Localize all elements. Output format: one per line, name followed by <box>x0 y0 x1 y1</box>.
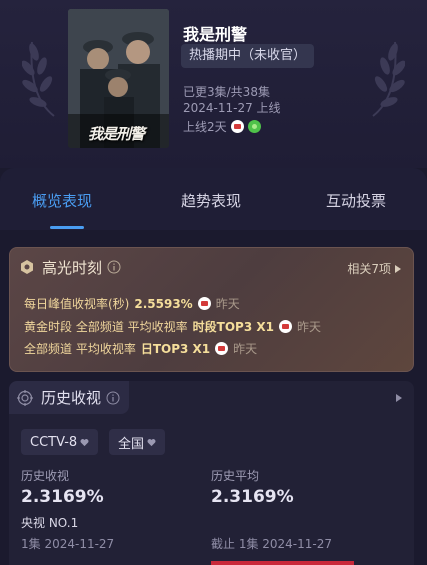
cctv-logo-icon <box>215 342 229 355</box>
history-rating-label: 历史收视 <box>21 469 70 483</box>
history-icon <box>17 389 33 406</box>
laurel-right-icon <box>372 41 405 117</box>
days-online: 上线2天 <box>183 120 227 134</box>
highlight-row-label: 黄金时段 全部频道 平均收视率 <box>24 320 188 334</box>
highlight-row-when: 昨天 <box>215 297 240 311</box>
launch-date: 2024-11-27 上线 <box>183 101 281 115</box>
show-poster[interactable]: 我是刑警 <box>68 9 169 148</box>
tab-vote[interactable]: 互动投票 <box>326 190 386 211</box>
episode-count: 已更3集/共38集 <box>183 85 270 99</box>
history-average-value: 2.3169% <box>211 487 294 507</box>
highlight-title: 高光时刻 <box>42 258 103 277</box>
highlight-more-label: 相关7项 <box>347 262 391 276</box>
highlight-row: 每日峰值收视率(秒) 2.5593% 昨天 <box>24 295 240 312</box>
highlight-card[interactable]: 高光时刻 相关7项 每日峰值收视率(秒) 2.5593% 昨天 黄金时段 全部频… <box>9 247 414 372</box>
heart-icon <box>147 438 156 446</box>
highlight-row: 全部频道 平均收视率 日TOP3 X1 昨天 <box>24 340 257 357</box>
cctv-logo-icon <box>278 320 292 333</box>
highlight-more-link[interactable]: 相关7项 <box>347 260 401 277</box>
tab-trend[interactable]: 趋势表现 <box>181 190 241 211</box>
hexagon-icon <box>21 260 33 274</box>
highlight-row-label: 每日峰值收视率(秒) <box>24 297 130 311</box>
info-icon[interactable] <box>106 391 120 405</box>
show-header: 我是刑警 我是刑警 热播期中（未收官） 已更3集/共38集 2024-11-27… <box>0 0 427 168</box>
days-online-row: 上线2天 <box>183 118 261 135</box>
platform-logo-icon <box>247 120 261 133</box>
cctv-logo-icon <box>230 120 244 133</box>
highlight-row-value: 2.5593% <box>134 296 193 311</box>
highlight-row-when: 昨天 <box>233 342 258 356</box>
history-rating-date: 1集 2024-11-27 <box>21 537 115 551</box>
history-rank: 央视 NO.1 <box>21 516 79 530</box>
history-average-date: 截止 1集 2024-11-27 <box>211 537 333 551</box>
channel-filter-value: CCTV-8 <box>30 434 78 450</box>
tab-overview[interactable]: 概览表现 <box>32 190 92 211</box>
highlight-row-value: 时段TOP3 X1 <box>192 320 274 334</box>
history-card: 历史收视 CCTV-8 全国 历史收视 2.3169% 央视 NO.1 1集 2… <box>9 381 414 565</box>
chevron-right-icon <box>395 264 401 273</box>
history-rating-value: 2.3169% <box>21 487 104 507</box>
active-tab-indicator <box>50 226 84 229</box>
show-title: 我是刑警 <box>183 25 248 44</box>
history-average-label: 历史平均 <box>211 469 260 483</box>
laurel-left-icon <box>22 41 55 117</box>
chevron-right-icon[interactable] <box>396 394 402 402</box>
history-header: 历史收视 <box>9 381 129 414</box>
highlight-row: 黄金时段 全部频道 平均收视率 时段TOP3 X1 昨天 <box>24 318 321 335</box>
cctv-logo-icon <box>197 297 211 310</box>
history-title: 历史收视 <box>41 389 102 407</box>
heart-icon <box>80 438 89 446</box>
tab-bar: 概览表现 趋势表现 互动投票 <box>0 168 427 230</box>
highlight-row-label: 全部频道 平均收视率 <box>24 342 136 356</box>
highlight-row-value: 日TOP3 X1 <box>140 342 211 356</box>
bottom-accent-bar <box>211 561 354 565</box>
highlight-row-when: 昨天 <box>296 320 321 334</box>
channel-filter[interactable]: CCTV-8 <box>21 429 99 455</box>
status-badge: 热播期中（未收官） <box>181 44 315 68</box>
region-filter-value: 全国 <box>118 436 145 452</box>
region-filter[interactable]: 全国 <box>109 429 166 455</box>
info-icon[interactable] <box>107 260 121 274</box>
poster-title-text: 我是刑警 <box>88 125 145 143</box>
